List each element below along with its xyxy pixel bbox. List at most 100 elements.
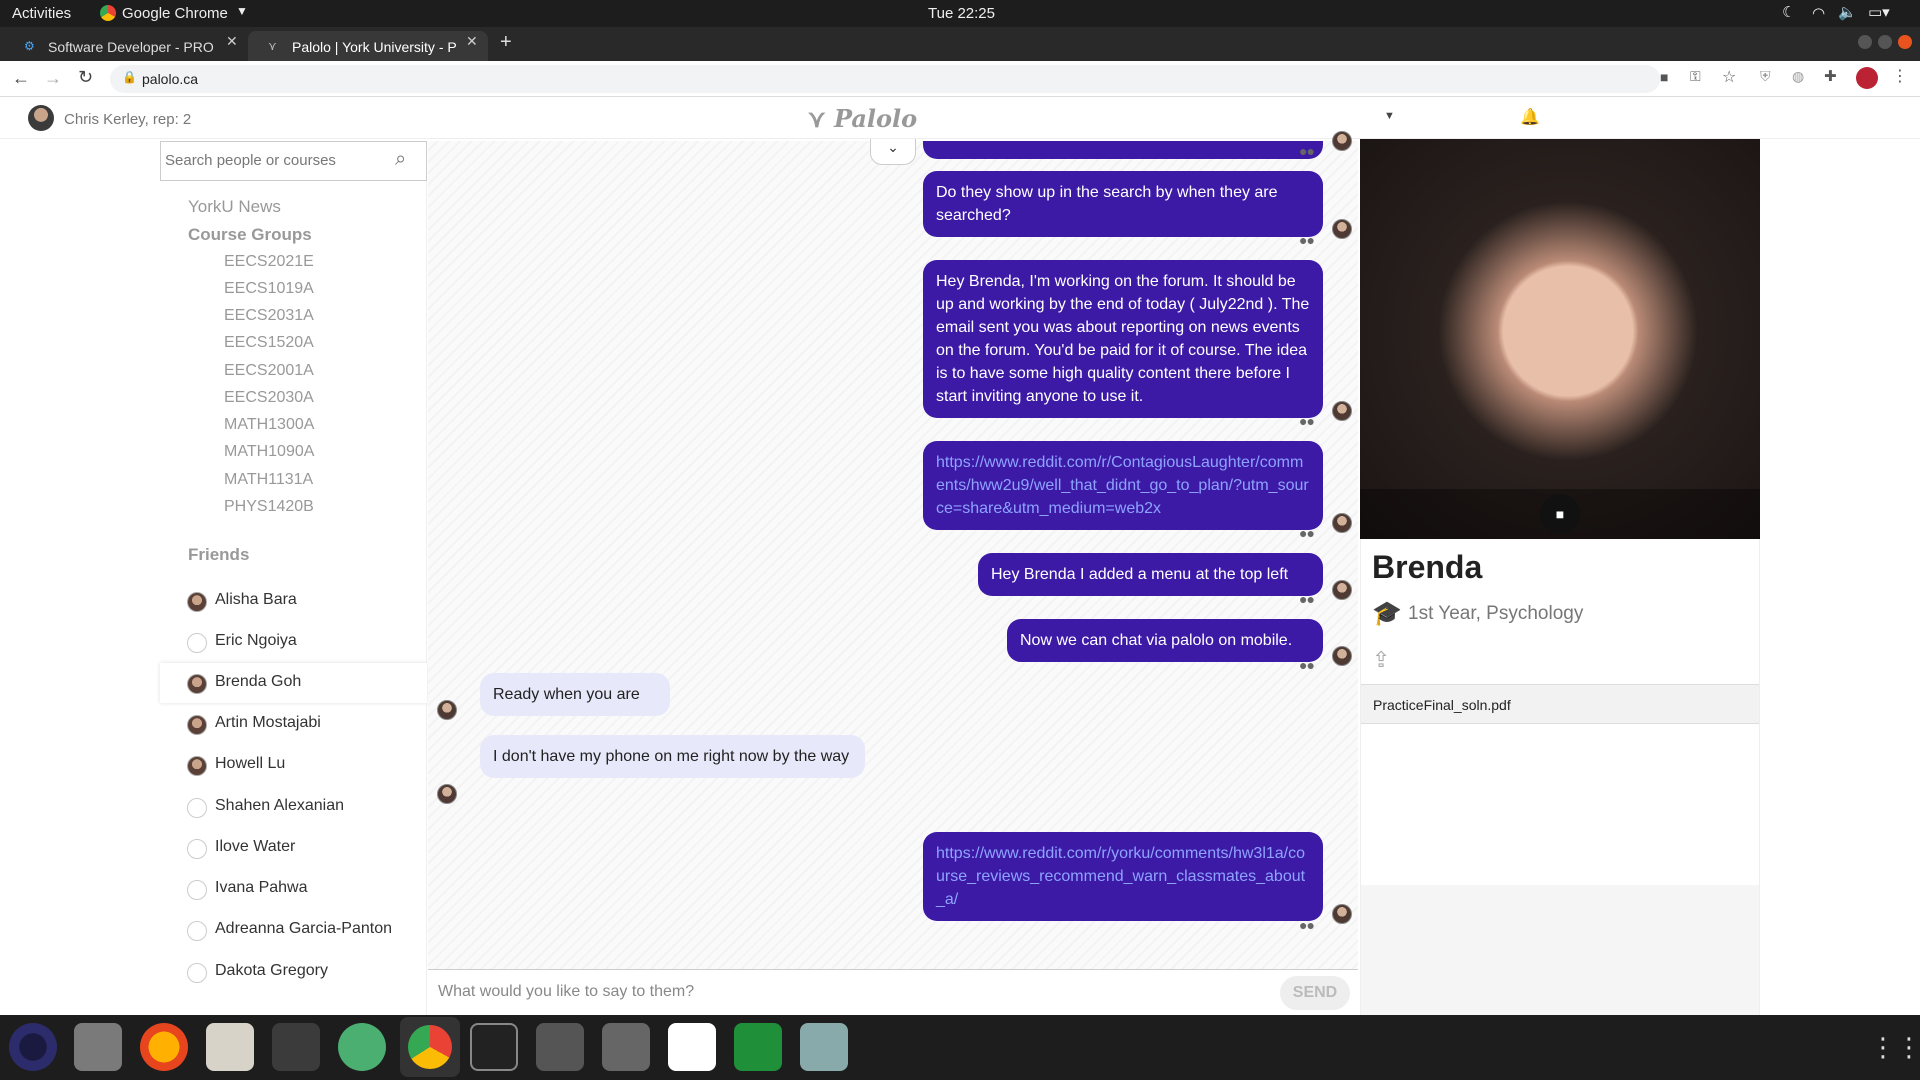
profile-avatar[interactable] bbox=[1856, 67, 1878, 89]
avatar bbox=[1332, 131, 1352, 151]
message-input[interactable]: What would you like to say to them? bbox=[438, 983, 694, 1001]
key-icon[interactable]: ⚿ bbox=[1690, 68, 1701, 85]
course-group-item[interactable]: EECS2021E bbox=[224, 253, 314, 271]
message-bubble-received[interactable]: Ready when you are bbox=[480, 673, 670, 716]
reload-icon[interactable]: ↻ bbox=[78, 67, 93, 88]
close-tab-icon[interactable]: ✕ bbox=[226, 33, 238, 50]
bookmark-star-icon[interactable]: ☆ bbox=[1722, 67, 1736, 87]
spreadsheet-icon[interactable] bbox=[734, 1023, 782, 1071]
file-item[interactable]: PracticeFinal_soln.pdf bbox=[1361, 684, 1759, 724]
message-composer: What would you like to say to them? SEND bbox=[428, 969, 1358, 1015]
course-group-item[interactable]: PHYS1420B bbox=[224, 498, 314, 516]
logo-mark-icon: ⋎ bbox=[808, 104, 834, 133]
text-editor-icon[interactable] bbox=[206, 1023, 254, 1071]
clock[interactable]: Tue 22:25 bbox=[928, 5, 995, 22]
os-top-bar: Activities Google Chrome ▼ Tue 22:25 ☾ ◠… bbox=[0, 0, 1920, 27]
course-group-item[interactable]: MATH1131A bbox=[224, 471, 313, 489]
message-bubble-sent[interactable]: Hey Brenda, I'm working on the forum. It… bbox=[923, 260, 1323, 418]
search-icon[interactable]: ⌕ bbox=[395, 148, 406, 171]
friend-item-selected[interactable]: Brenda Goh bbox=[160, 663, 427, 703]
message-link[interactable]: https://www.reddit.com/r/ContagiousLaugh… bbox=[936, 454, 1309, 517]
tab-title: Palolo | York University - P bbox=[292, 39, 457, 55]
pen-tool-icon[interactable] bbox=[536, 1023, 584, 1071]
tab-bar: ⚙ Software Developer - PRO ✕ ⋎ Palolo | … bbox=[0, 27, 1920, 61]
minimize-icon[interactable] bbox=[1858, 35, 1872, 49]
message-bubble-sent[interactable]: Now we can chat via palolo on mobile. bbox=[1007, 619, 1323, 662]
message-bubble-sent[interactable]: Hey Brenda I added a menu at the top lef… bbox=[978, 553, 1323, 596]
message-bubble-sent[interactable]: Do they show up in the search by when th… bbox=[923, 171, 1323, 237]
avatar bbox=[187, 592, 207, 612]
app-menu[interactable]: Google Chrome bbox=[122, 5, 228, 22]
friend-item[interactable]: Artin Mostajabi bbox=[160, 704, 427, 744]
file-name[interactable]: PracticeFinal_soln.pdf bbox=[1373, 697, 1511, 713]
bell-icon[interactable]: 🔔 bbox=[1520, 107, 1540, 127]
battery-icon[interactable]: ▭▾ bbox=[1868, 3, 1890, 21]
video-call-icon[interactable]: ■ bbox=[1540, 494, 1580, 534]
maximize-icon[interactable] bbox=[1878, 35, 1892, 49]
extension-icon[interactable]: ◍ bbox=[1792, 68, 1804, 85]
message-link[interactable]: https://www.reddit.com/r/yorku/comments/… bbox=[936, 845, 1305, 908]
course-group-item[interactable]: EECS2030A bbox=[224, 389, 314, 407]
search-input[interactable]: Search people or courses ⌕ bbox=[160, 141, 427, 181]
tab-palolo[interactable]: ⋎ Palolo | York University - P bbox=[248, 31, 488, 61]
profile-name: Brenda bbox=[1372, 549, 1483, 585]
friend-item[interactable]: Ivana Pahwa bbox=[160, 869, 427, 909]
puzzle-icon[interactable]: ✚ bbox=[1824, 67, 1837, 85]
course-group-item[interactable]: EECS2031A bbox=[224, 307, 314, 325]
eclipse-icon[interactable] bbox=[9, 1023, 57, 1071]
friend-name: Ivana Pahwa bbox=[215, 879, 308, 896]
course-group-item[interactable]: EECS2001A bbox=[224, 362, 314, 380]
message-bubble-received[interactable]: I don't have my phone on me right now by… bbox=[480, 735, 865, 778]
gimp-icon[interactable] bbox=[602, 1023, 650, 1071]
message-bubble-sent[interactable]: https://www.reddit.com/r/yorku/comments/… bbox=[923, 832, 1323, 921]
read-receipt-icon: ●● bbox=[1299, 657, 1315, 673]
close-window-icon[interactable] bbox=[1898, 35, 1912, 49]
atom-icon[interactable] bbox=[338, 1023, 386, 1071]
course-group-item[interactable]: EECS1520A bbox=[224, 334, 314, 352]
back-icon[interactable]: ← bbox=[12, 68, 30, 89]
dropdown-caret-icon[interactable]: ▼ bbox=[1384, 110, 1395, 122]
url-field[interactable]: 🔒 palolo.ca bbox=[110, 65, 1660, 93]
nav-yorku-news[interactable]: YorkU News bbox=[188, 197, 281, 217]
read-receipt-icon: ●● bbox=[1299, 525, 1315, 541]
user-rep[interactable]: Chris Kerley, rep: 2 bbox=[64, 111, 191, 128]
friend-item[interactable]: Adreanna Garcia-Panton bbox=[160, 910, 427, 950]
friend-item[interactable]: Alisha Bara bbox=[160, 581, 427, 621]
pdf-viewer-icon[interactable] bbox=[668, 1023, 716, 1071]
friend-item[interactable]: Dakota Gregory bbox=[160, 952, 427, 992]
camera-icon[interactable]: ■ bbox=[1660, 69, 1668, 85]
avatar bbox=[1332, 646, 1352, 666]
course-group-item[interactable]: MATH1090A bbox=[224, 443, 314, 461]
course-group-item[interactable]: MATH1300A bbox=[224, 416, 314, 434]
scroll-down-icon[interactable]: ⌄ bbox=[870, 139, 916, 165]
friend-item[interactable]: Howell Lu bbox=[160, 745, 427, 785]
tab-software-developer[interactable]: ⚙ Software Developer - PRO bbox=[4, 31, 244, 61]
new-tab-icon[interactable]: + bbox=[500, 31, 512, 54]
app-grid-icon[interactable]: ⋮⋮⋮ bbox=[1870, 1032, 1920, 1063]
send-button[interactable]: SEND bbox=[1280, 976, 1350, 1010]
chevron-down-icon[interactable]: ▼ bbox=[236, 4, 248, 18]
friend-item[interactable]: Shahen Alexanian bbox=[160, 787, 427, 827]
chrome-dock-active[interactable] bbox=[400, 1017, 460, 1077]
menu-kebab-icon[interactable]: ⋮ bbox=[1892, 66, 1908, 86]
forward-icon[interactable]: → bbox=[44, 68, 62, 89]
close-tab-icon[interactable]: ✕ bbox=[466, 33, 478, 50]
files-icon[interactable] bbox=[74, 1023, 122, 1071]
terminal-icon[interactable] bbox=[470, 1023, 518, 1071]
firefox-icon[interactable] bbox=[140, 1023, 188, 1071]
arduino-ide-icon[interactable] bbox=[272, 1023, 320, 1071]
image-viewer-icon[interactable] bbox=[800, 1023, 848, 1071]
upload-icon[interactable]: ⇪ bbox=[1372, 647, 1390, 673]
message-bubble-sent[interactable]: https://www.reddit.com/r/ContagiousLaugh… bbox=[923, 441, 1323, 530]
palolo-logo[interactable]: ⋎ Palolo bbox=[808, 104, 917, 133]
read-receipt-icon: ●● bbox=[1299, 591, 1315, 607]
friend-name: Artin Mostajabi bbox=[215, 714, 321, 731]
user-avatar[interactable] bbox=[28, 105, 54, 131]
wifi-icon: ◠ bbox=[1812, 5, 1826, 22]
friend-item[interactable]: Eric Ngoiya bbox=[160, 622, 427, 662]
activities-button[interactable]: Activities bbox=[12, 5, 71, 22]
course-group-item[interactable]: EECS1019A bbox=[224, 280, 314, 298]
extension-shield-icon[interactable]: ⛨ bbox=[1760, 68, 1771, 85]
friend-item[interactable]: Ilove Water bbox=[160, 828, 427, 868]
tab-favicon-icon: ⚙ bbox=[24, 39, 35, 53]
